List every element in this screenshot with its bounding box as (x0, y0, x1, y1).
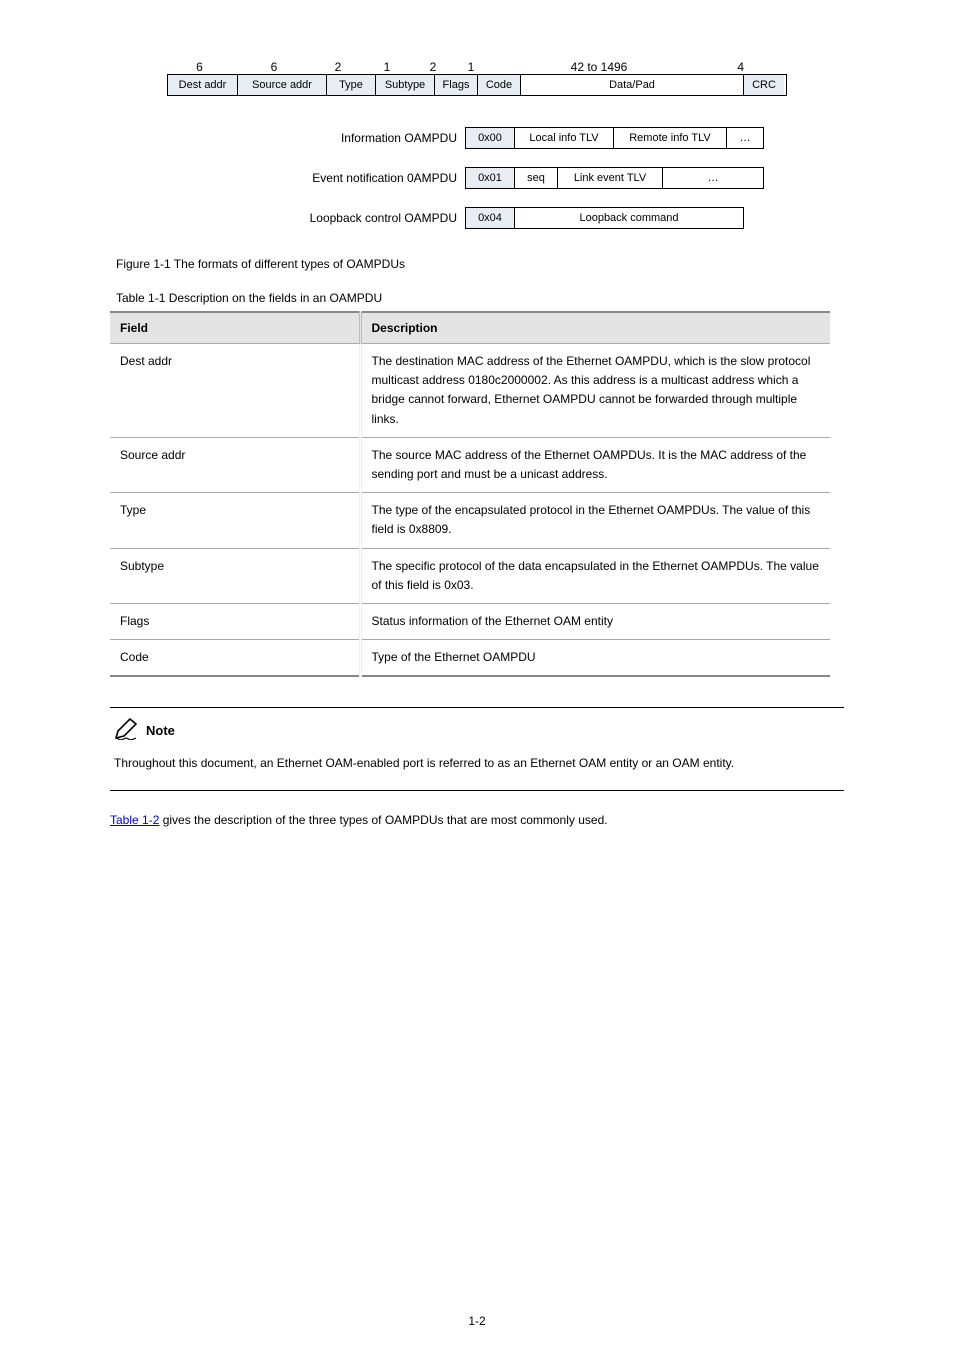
note-pencil-icon (114, 718, 140, 743)
table-header-field: Field (110, 312, 360, 344)
field-subtype: Subtype (376, 75, 435, 95)
event-oampdu-row: Event notification 0AMPDU 0x01 seq Link … (167, 164, 787, 192)
event-oampdu-label: Event notification 0AMPDU (167, 171, 465, 185)
loopback-oampdu-row: Loopback control OAMPDU 0x04 Loopback co… (167, 204, 787, 232)
table-caption: Table 1-1 Description on the fields in a… (116, 291, 844, 305)
event-link-tlv: Link event TLV (558, 168, 663, 188)
figure-caption: Figure 1-1 The formats of different type… (116, 257, 844, 271)
info-oampdu-row: Information OAMPDU 0x00 Local info TLV R… (167, 124, 787, 152)
field-data: Data/Pad (521, 75, 744, 95)
bytes-src: 6 (232, 60, 316, 74)
event-seq: seq (515, 168, 558, 188)
bytes-data: 42 to 1496 (490, 60, 708, 74)
loopback-oampdu-label: Loopback control OAMPDU (167, 211, 465, 225)
event-code: 0x01 (466, 168, 515, 188)
table-row: SubtypeThe specific protocol of the data… (110, 548, 830, 603)
bytes-code: 1 (452, 60, 490, 74)
table-ref-link[interactable]: Table 1-2 (110, 813, 159, 827)
field-src: Source addr (238, 75, 327, 95)
paragraph: Table 1-2 gives the description of the t… (110, 811, 844, 830)
field-crc: CRC (744, 75, 784, 95)
table-header-row: Field Description (110, 312, 830, 344)
field-type: Type (327, 75, 376, 95)
info-code: 0x00 (466, 128, 515, 148)
oampdu-frame-figure: 6 6 2 1 2 1 42 to 1496 4 Dest addr Sourc… (167, 60, 787, 232)
note-body: Throughout this document, an Ethernet OA… (114, 753, 840, 773)
info-local-tlv: Local info TLV (515, 128, 614, 148)
field-code: Code (478, 75, 521, 95)
paragraph-text: gives the description of the three types… (159, 813, 607, 827)
page-number: 1-2 (0, 1314, 954, 1328)
bytes-subtype: 1 (360, 60, 414, 74)
oampdu-fields-table: Field Description Dest addrThe destinati… (110, 311, 830, 677)
table-header-desc: Description (360, 312, 830, 344)
note-box: Note Throughout this document, an Ethern… (110, 707, 844, 790)
table-row: FlagsStatus information of the Ethernet … (110, 603, 830, 639)
table-row: TypeThe type of the encapsulated protoco… (110, 493, 830, 548)
info-oampdu-label: Information OAMPDU (167, 131, 465, 145)
event-dots: … (663, 168, 763, 188)
table-row: CodeType of the Ethernet OAMPDU (110, 640, 830, 677)
info-dots: … (727, 128, 763, 148)
field-byte-counts: 6 6 2 1 2 1 42 to 1496 4 (167, 60, 787, 74)
table-row: Dest addrThe destination MAC address of … (110, 344, 830, 438)
field-dest: Dest addr (168, 75, 238, 95)
bytes-crc: 4 (708, 60, 744, 74)
field-flags: Flags (435, 75, 478, 95)
bytes-type: 2 (316, 60, 360, 74)
loopback-command: Loopback command (515, 208, 743, 228)
info-remote-tlv: Remote info TLV (614, 128, 727, 148)
bytes-dest: 6 (167, 60, 232, 74)
note-title: Note (146, 723, 175, 738)
loopback-code: 0x04 (466, 208, 515, 228)
frame-field-row: Dest addr Source addr Type Subtype Flags… (167, 74, 787, 96)
bytes-flags: 2 (414, 60, 452, 74)
table-row: Source addrThe source MAC address of the… (110, 437, 830, 492)
